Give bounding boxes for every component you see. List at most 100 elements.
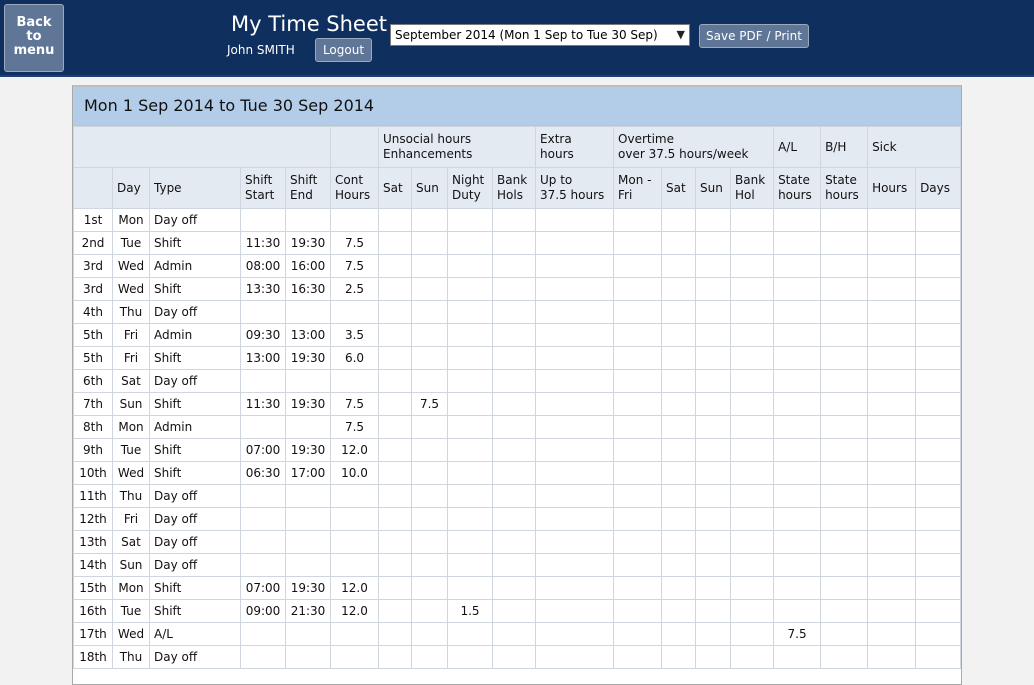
- sick-days-column-header: Days: [915, 167, 961, 209]
- save-pdf-print-button[interactable]: Save PDF / Print: [699, 24, 809, 48]
- sat-cell: [378, 507, 413, 531]
- day-column-header: Day: [112, 167, 150, 209]
- extra-group-header: Extra hours: [535, 126, 615, 168]
- shift-start-cell: 08:00: [240, 254, 286, 278]
- night-duty-cell: [447, 323, 494, 347]
- shift-start-cell: [240, 208, 286, 232]
- day-cell: Wed: [112, 461, 150, 485]
- ot-sat-column-header: Sat: [661, 167, 697, 209]
- date-cell: 10th: [73, 461, 113, 485]
- bh-hours-cell: [820, 461, 869, 485]
- sick-days-cell: [915, 392, 961, 416]
- sun-cell: [411, 323, 449, 347]
- ot-sat-cell: [661, 323, 697, 347]
- ot-sun-cell: [695, 622, 732, 646]
- shift-end-cell: 21:30: [284, 599, 332, 623]
- bh-hours-cell: [820, 231, 869, 255]
- sun-cell: [411, 599, 449, 623]
- day-cell: Mon: [112, 415, 150, 439]
- extra-line-2: hours: [540, 147, 574, 161]
- table-row: 2nd Tue Shift 11:30 19:30 7.5: [73, 231, 961, 255]
- sat-cell: [378, 369, 413, 393]
- night-duty-cell: [447, 231, 494, 255]
- type-cell: Shift: [149, 438, 241, 462]
- shift-end-cell: [284, 369, 332, 393]
- bank-hol-cell: [730, 553, 775, 577]
- bank-hols-cell: [492, 346, 537, 370]
- ot-sat-cell: [661, 369, 697, 393]
- al-hours-cell: [773, 277, 822, 301]
- day-cell: Sat: [112, 369, 150, 393]
- table-row: 6th Sat Day off: [73, 369, 961, 393]
- mon-fri-cell: [613, 530, 663, 554]
- back-to-menu-button[interactable]: Back to menu: [4, 4, 64, 72]
- table-row: 17th Wed A/L 7.5: [73, 622, 961, 646]
- cont-hours-column-header: Cont Hours: [330, 167, 380, 209]
- night-duty-column-header: Night Duty: [447, 167, 494, 209]
- sick-days-cell: [915, 208, 961, 232]
- blank-cont-group-header: [330, 126, 380, 168]
- cont-hours-cell: 7.5: [330, 415, 380, 439]
- period-select[interactable]: September 2014 (Mon 1 Sep to Tue 30 Sep)…: [390, 24, 690, 46]
- bh-state-hours-column-header: State hours: [820, 167, 869, 209]
- bh-line-1: State: [825, 173, 857, 187]
- up-to-cell: [535, 323, 615, 347]
- bank-hols-cell: [492, 484, 537, 508]
- type-cell: A/L: [149, 622, 241, 646]
- cont-hours-cell: [330, 484, 380, 508]
- sick-hours-cell: [867, 346, 917, 370]
- night-duty-cell: [447, 438, 494, 462]
- shift-end-cell: [284, 415, 332, 439]
- night-duty-cell: [447, 507, 494, 531]
- table-row: 4th Thu Day off: [73, 300, 961, 324]
- shift-start-cell: [240, 622, 286, 646]
- banhol-line-2: Hol: [735, 188, 755, 202]
- sat-cell: [378, 300, 413, 324]
- bh-hours-cell: [820, 438, 869, 462]
- mon-fri-cell: [613, 507, 663, 531]
- back-label-line-1: Back: [16, 15, 52, 30]
- day-cell: Tue: [112, 599, 150, 623]
- al-hours-cell: [773, 254, 822, 278]
- sick-group-header: Sick: [867, 126, 961, 168]
- shift-end-cell: [284, 553, 332, 577]
- sick-days-cell: [915, 553, 961, 577]
- type-cell: Day off: [149, 300, 241, 324]
- monfri-line-1: Mon -: [618, 173, 652, 187]
- up-to-cell: [535, 599, 615, 623]
- date-cell: 2nd: [73, 231, 113, 255]
- shift-start-cell: 09:00: [240, 599, 286, 623]
- date-cell: 5th: [73, 346, 113, 370]
- sick-days-cell: [915, 415, 961, 439]
- sick-days-cell: [915, 484, 961, 508]
- al-hours-cell: [773, 415, 822, 439]
- day-cell: Thu: [112, 645, 150, 669]
- upto-line-1: Up to: [540, 173, 573, 187]
- shift-end-line-1: Shift: [290, 173, 318, 187]
- day-cell: Sat: [112, 530, 150, 554]
- shift-end-cell: [284, 622, 332, 646]
- blank-group-header: [73, 126, 332, 168]
- mon-fri-cell: [613, 553, 663, 577]
- type-cell: Shift: [149, 231, 241, 255]
- ot-sun-cell: [695, 599, 732, 623]
- sick-hours-cell: [867, 415, 917, 439]
- bank-hol-cell: [730, 507, 775, 531]
- logout-button[interactable]: Logout: [315, 38, 372, 62]
- ot-sun-cell: [695, 576, 732, 600]
- table-row: 5th Fri Shift 13:00 19:30 6.0: [73, 346, 961, 370]
- sun-cell: [411, 553, 449, 577]
- monfri-line-2: Fri: [618, 188, 633, 202]
- bh-hours-cell: [820, 599, 869, 623]
- type-cell: Admin: [149, 415, 241, 439]
- ot-sat-cell: [661, 277, 697, 301]
- up-to-cell: [535, 277, 615, 301]
- night-duty-cell: [447, 484, 494, 508]
- night-duty-cell: [447, 346, 494, 370]
- sick-days-cell: [915, 323, 961, 347]
- sick-hours-cell: [867, 231, 917, 255]
- night-duty-cell: [447, 461, 494, 485]
- shift-start-cell: [240, 415, 286, 439]
- sat-cell: [378, 231, 413, 255]
- date-cell: 13th: [73, 530, 113, 554]
